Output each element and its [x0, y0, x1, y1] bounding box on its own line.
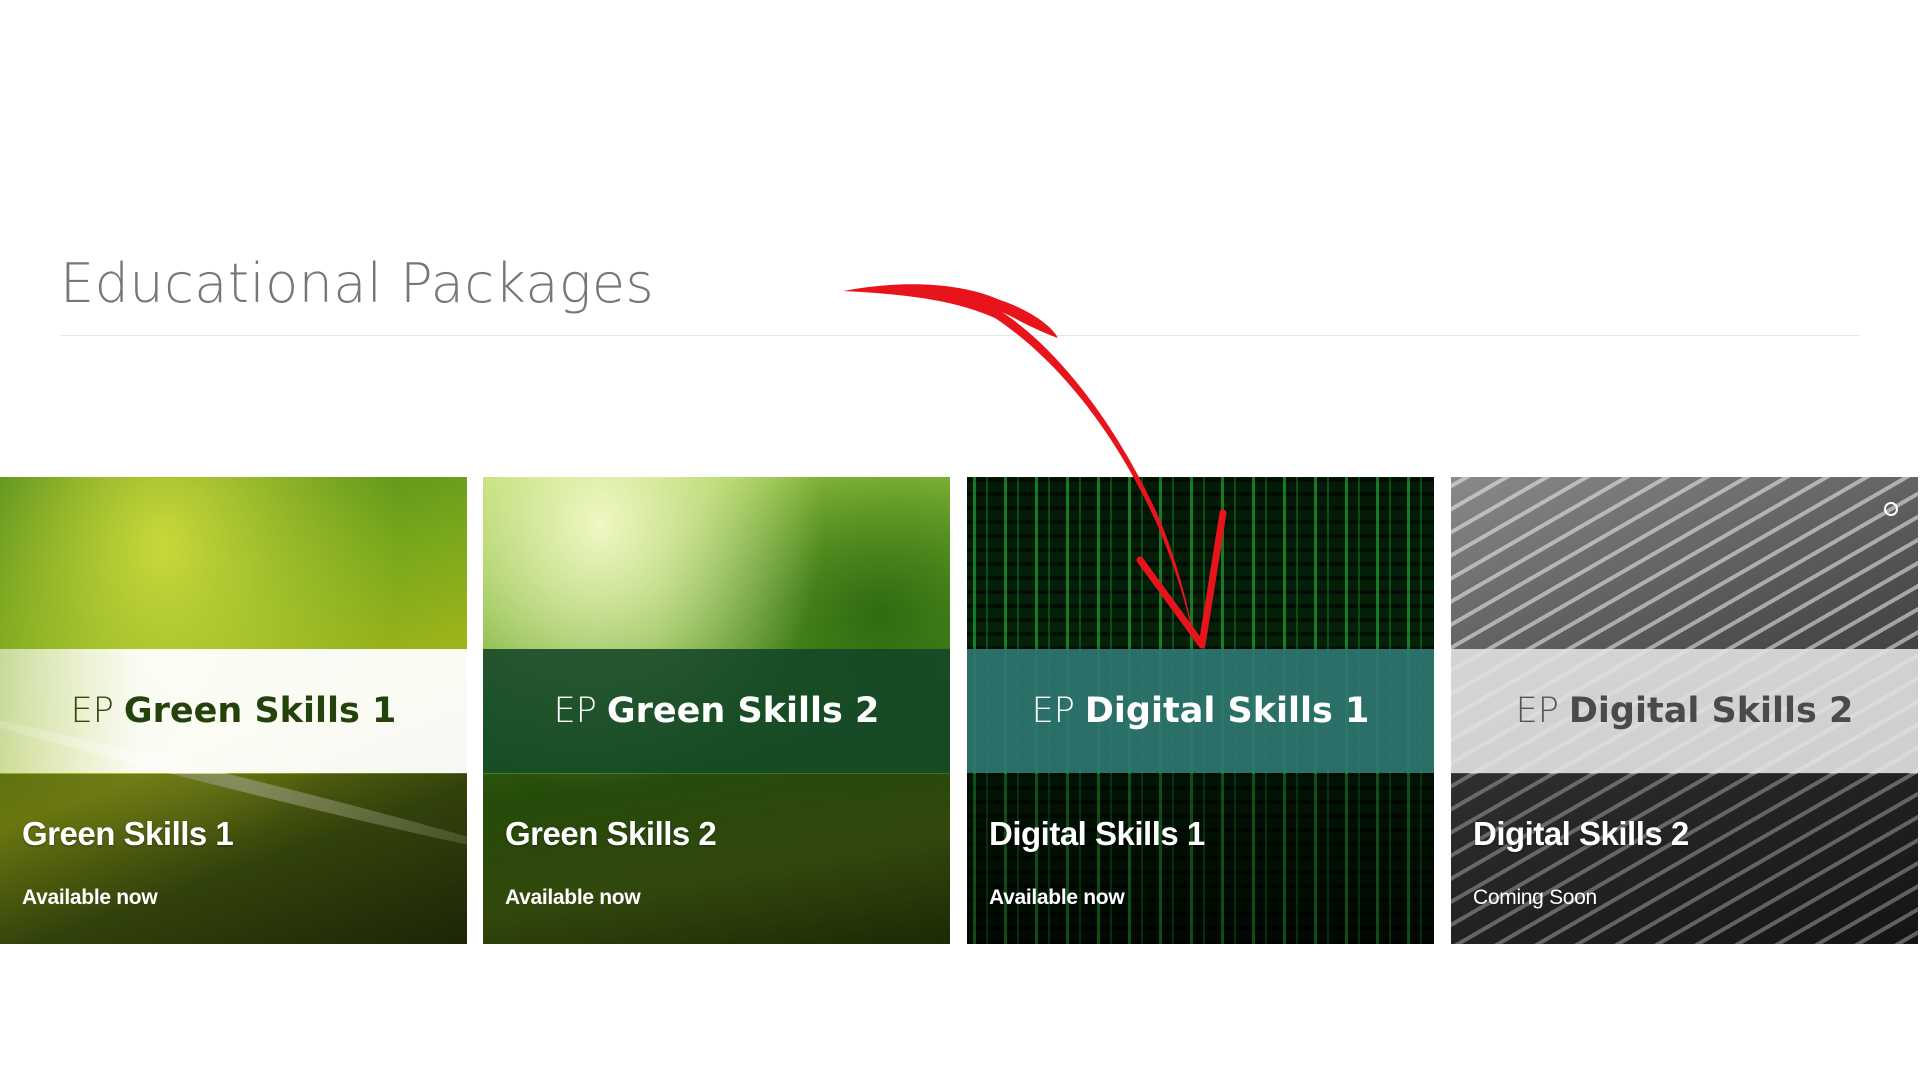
band-prefix: EP: [1515, 691, 1559, 731]
card-green-skills-2[interactable]: EP Green Skills 2 Green Skills 2 Availab…: [483, 477, 950, 944]
title-divider: [60, 335, 1860, 336]
circle-indicator-icon: [1884, 502, 1898, 516]
card-bottom-shade: [967, 774, 1434, 944]
card-title[interactable]: Green Skills 1: [22, 815, 234, 853]
card-digital-skills-2[interactable]: EP Digital Skills 2 Digital Skills 2 Com…: [1451, 477, 1918, 944]
band-name: Digital Skills 1: [1084, 691, 1370, 731]
card-logo-band: EP Green Skills 2: [483, 649, 950, 773]
band-prefix: EP: [553, 691, 597, 731]
card-logo-band: EP Digital Skills 1: [967, 649, 1434, 773]
card-logo-band: EP Digital Skills 2: [1451, 649, 1918, 773]
card-status: Available now: [22, 886, 158, 909]
card-bottom-shade: [483, 774, 950, 944]
band-name: Green Skills 1: [123, 691, 397, 731]
band-prefix: EP: [70, 691, 114, 731]
card-bottom-shade: [0, 774, 467, 944]
card-status: Available now: [505, 886, 641, 909]
section-title: Educational Packages: [60, 252, 655, 315]
card-title[interactable]: Digital Skills 2: [1473, 815, 1689, 853]
band-name: Green Skills 2: [606, 691, 880, 731]
card-logo-band: EP Green Skills 1: [0, 649, 467, 773]
card-status: Available now: [989, 886, 1125, 909]
page: Educational Packages EP Green Skills 1 G…: [0, 0, 1920, 1080]
card-green-skills-1[interactable]: EP Green Skills 1 Green Skills 1 Availab…: [0, 477, 467, 944]
card-title[interactable]: Digital Skills 1: [989, 815, 1205, 853]
package-cards: EP Green Skills 1 Green Skills 1 Availab…: [0, 477, 1920, 944]
card-bottom-shade: [1451, 774, 1918, 944]
card-digital-skills-1[interactable]: EP Digital Skills 1 Digital Skills 1 Ava…: [967, 477, 1434, 944]
band-name: Digital Skills 2: [1568, 691, 1854, 731]
card-title[interactable]: Green Skills 2: [505, 815, 717, 853]
card-status: Coming Soon: [1473, 886, 1597, 909]
band-prefix: EP: [1031, 691, 1075, 731]
